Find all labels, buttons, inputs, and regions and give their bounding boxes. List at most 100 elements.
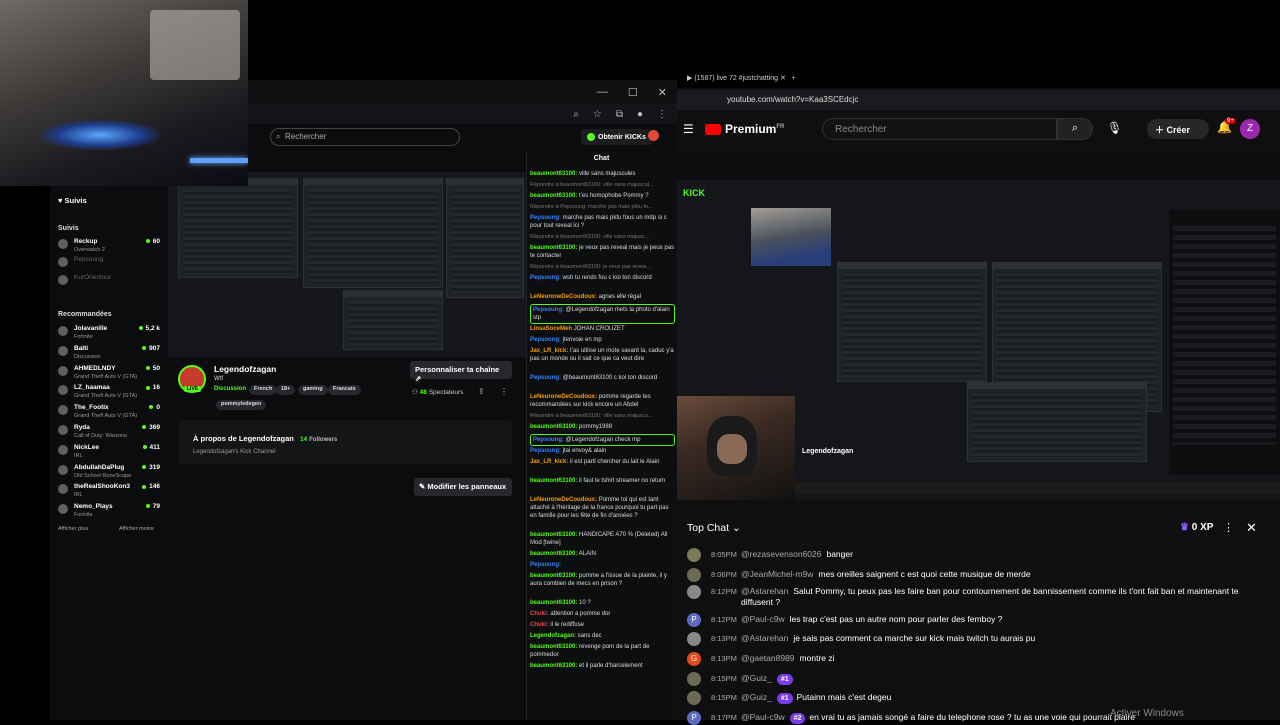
chat-message[interactable]: beaumont63100: t'es homophobe Pommy ? <box>530 192 675 200</box>
chat-message[interactable]: beaumont63100: et il parle d'harcelement <box>530 662 675 670</box>
chat-message[interactable]: beaumont63100: HANDICAPE A70 % (Deleted)… <box>530 531 675 547</box>
message-author[interactable]: @Paul-c9w <box>741 712 785 722</box>
chat-message[interactable]: Pepsoung: marche pas mais pktu fous un m… <box>530 214 675 230</box>
chat-username[interactable]: Pepsoung: <box>530 337 561 343</box>
avatar[interactable] <box>648 130 659 141</box>
chat-username[interactable]: beaumont63100: <box>530 644 577 650</box>
chat-username[interactable]: Legendofzagan: <box>530 633 576 639</box>
sidebar-recommended-channel[interactable]: Jolavanille Fortnite 5,2 k <box>58 325 160 343</box>
search-input[interactable]: Rechercher <box>822 118 1057 140</box>
browser-tab[interactable]: ▶ (1587) live 72 #justchatting ✕ + <box>677 70 1280 88</box>
show-more-link[interactable]: Afficher plus <box>58 526 88 532</box>
hamburger-menu-icon[interactable]: ☰ <box>683 122 694 136</box>
sidebar-recommended-channel[interactable]: AbdullahDaPlug Old School RuneScape 319 <box>58 464 160 482</box>
sidebar-followed-channel[interactable]: Pepsoung <box>58 256 160 274</box>
sidebar-recommended-channel[interactable]: AHMEDLNDY Grand Theft Auto V (GTA) 50 <box>58 365 160 383</box>
bookmark-icon[interactable]: ☆ <box>593 109 602 120</box>
more-options-icon[interactable]: ⋮ <box>500 387 508 396</box>
avatar[interactable] <box>687 632 701 646</box>
show-less-link[interactable]: Afficher moins <box>119 526 154 532</box>
chat-username[interactable]: Pepsoung: <box>530 275 561 281</box>
avatar[interactable] <box>687 548 701 562</box>
search-button[interactable]: ⌕ <box>1057 118 1093 140</box>
obtain-kicks-button[interactable]: Obtenir KICKs <box>581 129 652 145</box>
avatar[interactable]: P <box>687 613 701 627</box>
chat-message[interactable]: Pepsoung: @beaumont63100 c koi ton disco… <box>530 374 675 382</box>
chat-username[interactable]: beaumont63100: <box>530 573 577 579</box>
chat-message[interactable]: beaumont63100: je veux pas reveal mais j… <box>530 244 675 260</box>
chat-message[interactable]: beaumont63100: ALAIN <box>530 550 675 558</box>
chat-message[interactable]: Répondre à beaumont63100: je veux pas re… <box>530 263 675 271</box>
chat-username[interactable]: Pepsoung: <box>533 307 564 313</box>
edit-panels-button[interactable]: ✎ Modifier les panneaux <box>414 478 512 496</box>
chat-message[interactable]: Pepsoung: @Legendofzagan check mp <box>530 434 675 446</box>
minimize-icon[interactable]: — <box>597 86 608 98</box>
chat-username[interactable]: beaumont63100: <box>530 171 577 177</box>
personalize-channel-button[interactable]: Personnaliser ta chaîne ⇗ <box>410 361 512 383</box>
video-player[interactable]: KICK Legendofzagan <box>677 152 1280 500</box>
chat-username[interactable]: LeNeuroneDeCoudoux: <box>530 294 597 300</box>
tag[interactable]: pommyledegen <box>216 400 267 410</box>
avatar[interactable] <box>687 691 701 705</box>
chat-username[interactable]: beaumont63100: <box>530 551 577 557</box>
chat-username[interactable]: LeNeuroneDeCoudoux: <box>530 394 597 400</box>
chat-message[interactable]: Répondre à beaumont63100: ville sans maj… <box>530 181 675 189</box>
tag[interactable]: 18+ <box>276 385 296 395</box>
maximize-icon[interactable]: ☐ <box>628 86 638 99</box>
chat-options-icon[interactable]: ⋮ <box>1223 521 1234 534</box>
sidebar-followed-channel[interactable]: KurOrientour <box>58 274 160 292</box>
sidebar-recommended-channel[interactable]: LZ_haamaa Grand Theft Auto V (GTA) 16 <box>58 384 160 402</box>
chat-message[interactable]: LeNeuroneDeCoudoux: pomme regarde tes re… <box>530 393 675 409</box>
chat-message[interactable]: beaumont63100: il faut le tshirt streame… <box>530 477 675 485</box>
chat-username[interactable]: beaumont63100: <box>530 193 577 199</box>
chat-message[interactable]: Jax_LR_kick: il est parti chercher du la… <box>530 458 675 466</box>
message-author[interactable]: @Paul-c9w <box>741 614 785 624</box>
chat-username[interactable]: Répondre à beaumont63100: <box>530 264 602 270</box>
chat-username[interactable]: Répondre à beaumont63100: <box>530 413 602 419</box>
search-input[interactable]: ⌕ Rechercher <box>270 128 460 146</box>
chat-message[interactable]: Pepsoung: jtenvoie en mp <box>530 336 675 344</box>
sidebar-item-following[interactable]: ♥ Suivis <box>58 196 87 205</box>
avatar[interactable] <box>687 585 701 599</box>
avatar[interactable] <box>687 568 701 582</box>
chat-message[interactable]: Jax_LR_kick: t'as utilise un mote savant… <box>530 347 675 363</box>
chat-username[interactable]: Répondre à Pepsoung: <box>530 204 587 210</box>
chat-username[interactable]: LinsaSoceMeh <box>530 326 572 332</box>
close-icon[interactable]: ✕ <box>1246 520 1257 536</box>
chat-message[interactable]: Chuki: attention a pomme dor <box>530 610 675 618</box>
share-icon[interactable]: ⇪ <box>478 387 485 396</box>
chat-username[interactable]: Pepsoung: <box>530 375 561 381</box>
sidebar-recommended-channel[interactable]: Nemo_Plays Fortnite 79 <box>58 503 160 521</box>
message-author[interactable]: @JeanMichel-m9w <box>741 569 813 579</box>
tag[interactable]: gaming <box>298 385 328 395</box>
chat-username[interactable]: Répondre à beaumont63100: <box>530 182 602 188</box>
avatar[interactable] <box>687 672 701 686</box>
message-author[interactable]: @Guiz_ <box>741 692 772 702</box>
chat-username[interactable]: Chuki: <box>530 611 549 617</box>
chat-message[interactable]: Pepsoung: @Legendofzagan mets la photo d… <box>530 304 675 324</box>
chat-message[interactable]: Répondre à beaumont63100: ville sans maj… <box>530 412 675 420</box>
create-button[interactable]: ＋ Créer <box>1147 119 1209 139</box>
sidebar-recommended-channel[interactable]: theRealShooKon3 IRL 146 <box>58 483 160 501</box>
chat-username[interactable]: beaumont63100: <box>530 600 577 606</box>
avatar[interactable]: P <box>687 711 701 725</box>
sidebar-recommended-channel[interactable]: Ryda Call of Duty: Warzone 369 <box>58 424 160 442</box>
chat-username[interactable]: beaumont63100: <box>530 532 577 538</box>
top-chat-dropdown[interactable]: Top Chat ⌄ <box>687 522 741 534</box>
extensions-icon[interactable]: ⧉ <box>616 109 623 120</box>
sidebar-recommended-channel[interactable]: Balti Discussion 907 <box>58 345 160 363</box>
chat-message[interactable]: Répondre à beaumont63100: ville sans maj… <box>530 233 675 241</box>
chat-username[interactable]: Jax_LR_kick: <box>530 459 568 465</box>
close-icon[interactable]: ✕ <box>658 86 667 99</box>
zoom-icon[interactable]: ⌕ <box>573 109 579 120</box>
chat-message[interactable]: beaumont63100: ville sans majuscules <box>530 170 675 178</box>
chat-username[interactable]: beaumont63100: <box>530 478 577 484</box>
chat-username[interactable]: Jax_LR_kick: <box>530 348 568 354</box>
youtube-logo[interactable]: PremiumFR <box>705 122 784 136</box>
message-author[interactable]: @Guiz_ <box>741 673 772 683</box>
menu-icon[interactable]: ⋮ <box>657 109 667 120</box>
chat-username[interactable]: beaumont63100: <box>530 424 577 430</box>
chat-message[interactable]: Pepsoung: jtai envoy& alain <box>530 447 675 455</box>
chat-message[interactable]: beaumont63100: revenge porn de la part d… <box>530 643 675 659</box>
chat-message[interactable]: beaumont63100: pommy1988 <box>530 423 675 431</box>
